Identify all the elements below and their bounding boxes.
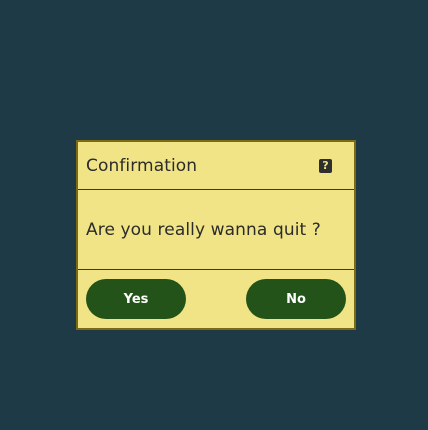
dialog-message: Are you really wanna quit ? xyxy=(86,219,321,240)
question-icon[interactable]: ? xyxy=(319,158,332,173)
dialog-actions: Yes No xyxy=(78,270,354,328)
yes-button[interactable]: Yes xyxy=(86,279,186,319)
dialog-body: Are you really wanna quit ? xyxy=(78,190,354,270)
confirmation-dialog: Confirmation ? Are you really wanna quit… xyxy=(76,140,356,330)
no-button[interactable]: No xyxy=(246,279,346,319)
dialog-header: Confirmation ? xyxy=(78,142,354,190)
dialog-title: Confirmation xyxy=(86,155,198,176)
